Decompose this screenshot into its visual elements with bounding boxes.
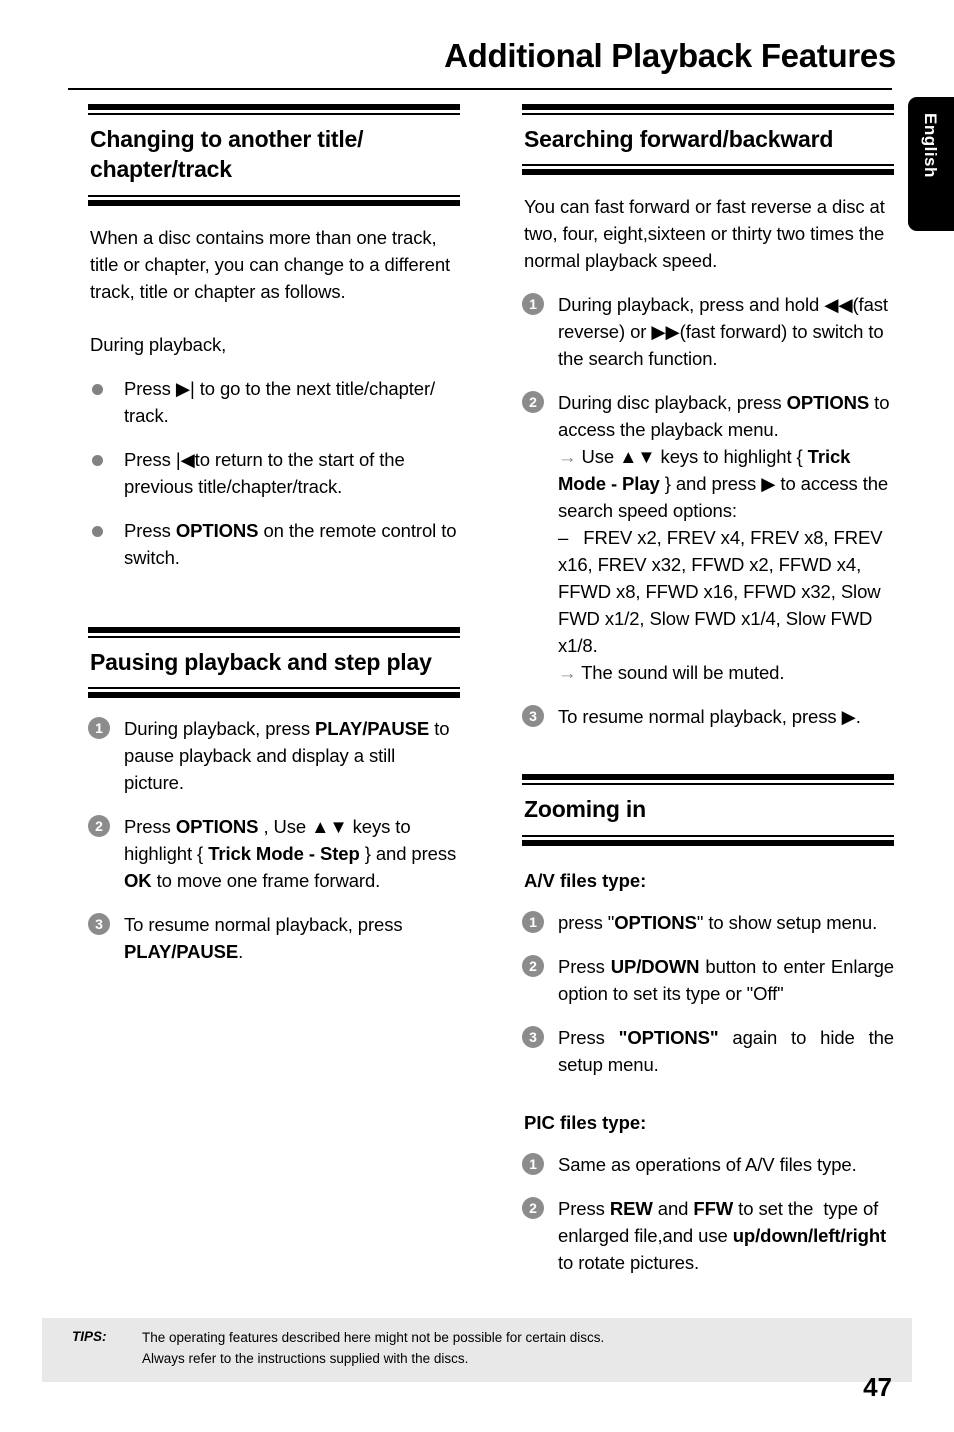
list-item: 2 Press UP/DOWN button to enter Enlarge … (522, 953, 894, 1007)
section-zooming-in: Zooming in A/V files type: 1 press "OPTI… (522, 774, 894, 1275)
list-item: 1 During playback, press PLAY/PAUSE to p… (88, 715, 460, 796)
section-header-block: Zooming in (522, 774, 894, 846)
language-side-tab: English (908, 97, 954, 231)
list-item: 1 Same as operations of A/V files type. (522, 1151, 894, 1178)
list-item-text: To resume normal playback, press ▶. (558, 706, 861, 728)
step-number-badge: 2 (522, 1196, 544, 1219)
list-item-text: Press |◀to return to the start of the pr… (124, 448, 405, 497)
section-rule-bottom (88, 194, 460, 206)
section-heading: Changing to another title/ chapter/track (90, 126, 364, 183)
list-item: 2 Press OPTIONS , Use ▲▼ keys to highlig… (88, 813, 460, 894)
page-number: 47 (863, 1372, 892, 1402)
list-item-text: Press REW and FFW to set the type of enl… (558, 1197, 887, 1273)
bullet-dot-icon (92, 525, 103, 537)
tips-line: The operating features described here mi… (142, 1330, 605, 1345)
list-item-text: During playback, press PLAY/PAUSE to pau… (124, 718, 450, 794)
step-number-badge: 1 (522, 910, 544, 933)
list-item-text: During disc playback, press OPTIONS to a… (558, 392, 890, 684)
list-item-text: Same as operations of A/V files type. (558, 1153, 857, 1175)
list-item: 2 Press REW and FFW to set the type of e… (522, 1195, 894, 1276)
step-number-badge: 1 (522, 1152, 544, 1175)
list-item-text: Press ▶| to go to the next title/chapter… (124, 377, 436, 426)
step-number-badge: 2 (88, 815, 110, 838)
tips-footer: TIPS: The operating features described h… (42, 1318, 912, 1382)
section-rule-bottom (522, 164, 894, 176)
tips-body: The operating features described here mi… (142, 1328, 912, 1370)
list-item: 3 Press "OPTIONS" again to hide the setu… (522, 1024, 894, 1078)
left-column: Changing to another title/ chapter/track… (88, 104, 460, 965)
list-item: 3 To resume normal playback, press PLAY/… (88, 911, 460, 965)
section-header-block: Changing to another title/ chapter/track (88, 104, 460, 206)
list-item-text: Press UP/DOWN button to enter Enlarge op… (558, 955, 894, 1004)
right-column: Searching forward/backward You can fast … (522, 104, 894, 1276)
language-side-tab-label: English (921, 113, 940, 178)
section-heading: Zooming in (524, 796, 646, 823)
list-item-text: Press "OPTIONS" again to hide the setup … (558, 1026, 894, 1075)
list-item-text: press "OPTIONS" to show setup menu. (558, 911, 878, 933)
step-number-badge: 2 (522, 391, 544, 414)
step-number-badge: 3 (522, 705, 544, 728)
section-heading: Pausing playback and step play (90, 648, 432, 675)
section-changing-title: Changing to another title/ chapter/track… (88, 104, 460, 571)
list-item-text: Press OPTIONS , Use ▲▼ keys to highlight… (124, 816, 457, 892)
list-item: 3 To resume normal playback, press ▶. (522, 703, 894, 730)
list-item-text: Press OPTIONS on the remote control to s… (124, 519, 457, 568)
section-rule-top (522, 104, 894, 115)
subsection-heading-pic: PIC files type: (524, 1111, 647, 1133)
step-number-badge: 3 (88, 913, 110, 936)
section-rule-top (88, 104, 460, 115)
step-number-badge: 1 (522, 293, 544, 316)
tips-line: Always refer to the instructions supplie… (142, 1350, 469, 1366)
bullet-dot-icon (92, 383, 103, 395)
list-item: Press ▶| to go to the next title/chapter… (88, 375, 460, 429)
step-number-badge: 2 (522, 954, 544, 977)
step-number-badge: 3 (522, 1025, 544, 1048)
list-item: Press |◀to return to the start of the pr… (88, 446, 460, 500)
section-rule-bottom (88, 687, 460, 699)
bullet-dot-icon (92, 454, 103, 466)
section-searching: Searching forward/backward You can fast … (522, 104, 894, 730)
section-rule-bottom (522, 834, 894, 846)
title-divider-rule (68, 88, 892, 90)
paragraph: During playback, (90, 333, 227, 355)
list-item: 2 During disc playback, press OPTIONS to… (522, 389, 894, 686)
section-rule-top (522, 774, 894, 786)
step-number-badge: 1 (88, 717, 110, 740)
paragraph: When a disc contains more than one track… (90, 226, 451, 302)
list-item: Press OPTIONS on the remote control to s… (88, 517, 460, 571)
section-header-block: Searching forward/backward (522, 104, 894, 176)
paragraph: You can fast forward or fast reverse a d… (524, 196, 885, 272)
tips-label: TIPS: (72, 1329, 107, 1344)
list-item-text: To resume normal playback, press PLAY/PA… (124, 914, 403, 963)
page-title: Additional Playback Features (444, 37, 896, 74)
section-heading: Searching forward/backward (524, 126, 834, 152)
list-item: 1 press "OPTIONS" to show setup menu. (522, 909, 894, 936)
section-header-block: Pausing playback and step play (88, 626, 460, 699)
section-rule-top (88, 626, 460, 638)
section-pausing-playback: Pausing playback and step play 1 During … (88, 626, 460, 965)
list-item: 1 During playback, press and hold ◀◀(fas… (522, 291, 894, 372)
subsection-heading-av: A/V files type: (524, 869, 647, 891)
list-item-text: During playback, press and hold ◀◀(fast … (558, 294, 888, 370)
